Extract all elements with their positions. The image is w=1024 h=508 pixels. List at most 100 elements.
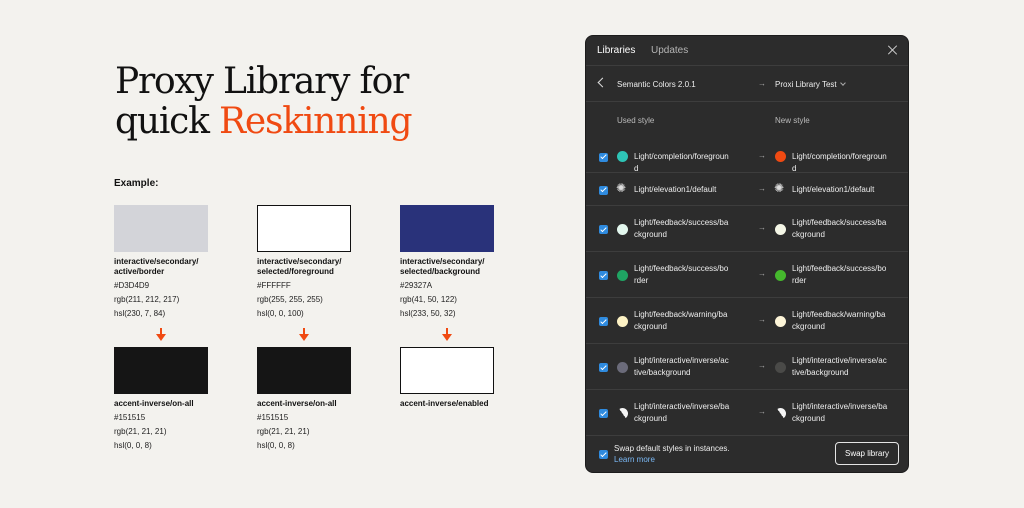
effect-style-icon [616,181,628,195]
arrow-right-icon: → [758,315,766,324]
hex-value: #151515 [114,413,146,422]
target-card-2: accent-inverse/on-all #151515 rgb(21, 21… [257,347,351,451]
arrow-down-icon [156,328,166,342]
style-name: Light/interactive/inverse/active/backgro… [792,356,887,377]
arrow-right-icon: → [758,183,766,193]
style-name: Light/feedback/success/border [634,264,729,285]
half-circle-icon [614,405,631,421]
libraries-panel: Libraries Updates Semantic Colors 2.0.1 … [585,35,909,473]
source-card-2: interactive/secondary/ selected/foregrou… [257,205,351,319]
color-swatch [257,347,351,394]
style-name: Light/completion/foreground [634,151,729,173]
hsl-value: hsl(0, 0, 8) [114,441,152,450]
hsl-value: hsl(0, 0, 8) [257,441,295,450]
rgb-value: rgb(21, 21, 21) [114,427,167,436]
example-label: Example: [114,178,159,189]
arrow-right-icon: → [758,269,766,278]
source-card-1: interactive/secondary/ active/border #D3… [114,205,208,319]
style-name: Light/feedback/success/background [792,218,887,239]
hex-value: #FFFFFF [257,281,291,290]
effect-style-icon [774,181,786,195]
tab-updates[interactable]: Updates [651,45,688,56]
color-dot-icon [617,269,628,281]
swap-library-button[interactable]: Swap library [835,442,899,465]
half-circle-icon [772,405,789,421]
hero-accent-word: Reskinning [218,101,413,142]
tab-libraries[interactable]: Libraries [597,45,635,56]
style-mapping-row: Light/interactive/inverse/active/backgro… [586,344,908,390]
style-mapping-row: Light/completion/foreground → Light/comple… [586,140,908,173]
arrow-right-icon: → [758,223,766,232]
color-swatch [400,205,494,252]
color-dot-icon [617,223,628,235]
style-name: Light/feedback/success/background [634,218,729,239]
row-checkbox[interactable] [599,185,608,195]
to-library-name: Proxi Library Test [775,80,837,89]
color-dot-icon [775,151,786,162]
hex-value: #29327A [400,281,433,290]
rgb-value: rgb(255, 255, 255) [257,295,323,304]
style-mapping-row: Light/feedback/success/background → Light/… [586,206,908,252]
token-name: accent-inverse/on-all [114,399,194,408]
from-library-name: Semantic Colors 2.0.1 [617,80,696,89]
hsl-value: hsl(0, 0, 100) [257,309,304,318]
style-name: Light/feedback/warning/background [792,310,886,331]
arrow-right-icon: → [758,79,766,88]
color-dot-icon [775,269,786,281]
row-checkbox[interactable] [599,409,608,418]
hsl-value: hsl(233, 50, 32) [400,309,456,318]
style-mapping-row: Light/feedback/success/border → Light/feed… [586,252,908,298]
rgb-value: rgb(41, 50, 122) [400,295,457,304]
arrow-down-icon [442,328,452,342]
back-chevron-icon[interactable] [597,77,608,88]
row-checkbox[interactable] [599,271,608,280]
close-icon[interactable] [888,45,898,55]
style-name: Light/interactive/inverse/active/backgro… [634,356,729,377]
token-name: accent-inverse/on-all [257,399,337,408]
color-swatch [400,347,494,394]
arrow-right-icon: → [758,361,766,370]
style-mapping-row: Light/feedback/warning/background → Light/… [586,298,908,344]
style-name: Light/feedback/success/border [792,264,887,285]
color-dot-icon [617,151,628,162]
row-checkbox[interactable] [599,317,608,326]
style-name: Light/feedback/warning/background [634,310,728,331]
library-swap-header: Semantic Colors 2.0.1 → Proxi Library Te… [586,66,908,102]
color-swatch [257,205,351,252]
hex-value: #151515 [257,413,289,422]
learn-more-link[interactable]: Learn more [614,455,655,464]
tab-bar: Libraries Updates [586,36,908,66]
target-card-1: accent-inverse/on-all #151515 rgb(21, 21… [114,347,208,451]
row-checkbox[interactable] [599,363,608,372]
token-name: interactive/secondary/ active/border [114,257,199,276]
style-name: Light/interactive/inverse/background [792,402,888,423]
rgb-value: rgb(21, 21, 21) [257,427,310,436]
color-dot-icon [617,315,628,327]
style-name: Light/elevation1/default [792,184,875,194]
hero-line-2-plain: quick [115,101,219,142]
arrow-down-icon [299,328,309,342]
hex-value: #D3D4D9 [114,281,150,290]
token-name: interactive/secondary/ selected/foregrou… [257,257,342,276]
row-checkbox[interactable] [599,152,608,162]
chevron-down-icon [839,80,846,86]
style-mapping-row: Light/elevation1/default → Light/elevation… [586,173,908,206]
row-checkbox[interactable] [599,225,608,234]
hero-line-2: quick Reskinning [115,101,413,142]
new-style-header: New style [775,116,810,125]
token-name: interactive/secondary/ selected/backgrou… [400,257,485,276]
color-dot-icon [775,223,786,235]
color-dot-icon [617,361,628,373]
swap-default-label: Swap default styles in instances. [614,444,730,453]
style-name: Light/elevation1/default [634,184,717,194]
style-name: Light/interactive/inverse/background [634,402,730,423]
used-style-header: Used style [617,116,655,125]
arrow-right-icon: → [758,150,766,160]
color-swatch [114,205,208,252]
swap-default-checkbox[interactable] [599,450,608,459]
token-name: accent-inverse/enabled [400,399,489,408]
color-dot-icon [775,361,786,373]
source-card-3: interactive/secondary/ selected/backgrou… [400,205,494,319]
style-mapping-row: Light/interactive/inverse/background → Lig… [586,390,908,436]
to-library-dropdown[interactable]: Proxi Library Test [775,80,846,89]
